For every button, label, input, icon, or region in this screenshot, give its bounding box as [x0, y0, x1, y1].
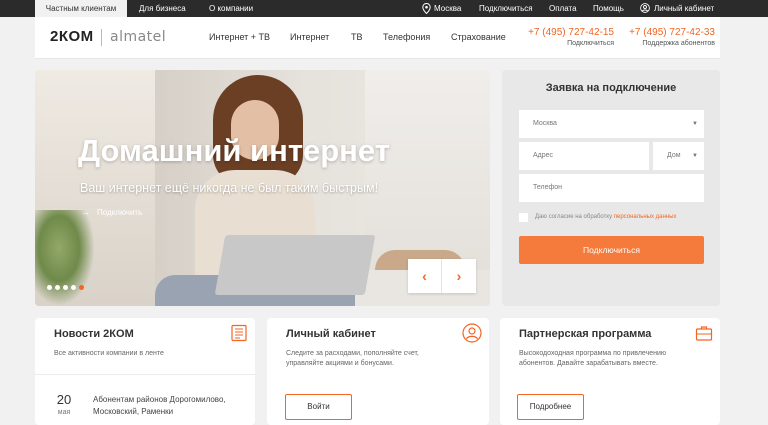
user-icon	[640, 3, 650, 13]
news-divider	[35, 374, 255, 375]
slider-arrows: ‹ ›	[408, 259, 476, 293]
personal-data-link[interactable]: персональных данных	[614, 214, 677, 220]
partner-card-title: Партнерская программа	[519, 328, 652, 340]
phone-support[interactable]: +7 (495) 727-42-33 Поддержка абонентов	[620, 27, 715, 47]
news-item[interactable]: Абонентам районов Дорогомилово, Московск…	[93, 394, 226, 418]
hero-connect-label: Подключить	[97, 208, 143, 217]
payment-link[interactable]: Оплата	[549, 0, 577, 17]
top-connect-link[interactable]: Подключиться	[479, 0, 533, 17]
news-title[interactable]: Новости 2КОМ	[54, 328, 134, 340]
phone-input[interactable]: Телефон	[519, 174, 704, 202]
hero-banner[interactable]: Домашний интернет Ваш интернет ещё никог…	[35, 70, 490, 306]
location-pin-icon	[422, 3, 431, 14]
briefcase-icon	[695, 326, 713, 341]
top-bar: Частным клиентам Для бизнеса О компании …	[0, 0, 768, 17]
hero-laptop	[214, 235, 376, 295]
consent-label: Даю согласие на обработку	[535, 214, 614, 220]
consent-text: Даю согласие на обработку персональных д…	[535, 214, 676, 220]
news-item-line: Абонентам районов Дорогомилово,	[93, 395, 226, 404]
logo-2kom[interactable]: 2КОМ	[50, 28, 94, 45]
caret-down-icon: ▼	[692, 121, 698, 127]
hero-title: Домашний интернет	[78, 133, 390, 168]
newspaper-icon	[231, 324, 247, 342]
logo-divider	[101, 29, 102, 46]
slider-prev-button[interactable]: ‹	[408, 259, 442, 293]
phone-connect-label: Подключиться	[567, 40, 614, 47]
partner-card-line: Высокодоходная программа по привлечению	[519, 350, 667, 357]
login-button[interactable]: Войти	[285, 394, 352, 420]
account-card: Личный кабинет Следите за расходами, поп…	[267, 318, 489, 425]
hero-connect-link[interactable]: → Подключить	[81, 207, 142, 217]
help-link[interactable]: Помощь	[593, 0, 624, 17]
logo-almatel[interactable]: almatel	[110, 29, 166, 45]
partner-details-button[interactable]: Подробнее	[517, 394, 584, 420]
submit-button[interactable]: Подключиться	[519, 236, 704, 264]
account-link[interactable]: Личный кабинет	[654, 0, 714, 17]
news-description: Все активности компании в ленте	[54, 350, 164, 357]
city-select-value: Москва	[533, 120, 557, 127]
account-card-title: Личный кабинет	[286, 328, 376, 340]
city-selector[interactable]: Москва	[434, 0, 461, 17]
nav-insurance[interactable]: Страхование	[451, 32, 506, 42]
house-placeholder: Дом	[667, 152, 681, 159]
form-title: Заявка на подключение	[545, 82, 677, 94]
nav-telephony[interactable]: Телефония	[383, 32, 430, 42]
news-card: Новости 2КОМ Все активности компании в л…	[35, 318, 255, 425]
phone-support-number: +7 (495) 727-42-33	[629, 27, 715, 38]
news-date-day: 20	[56, 392, 72, 407]
tab-about[interactable]: О компании	[209, 0, 253, 17]
address-input[interactable]: Адрес	[519, 142, 649, 170]
consent-checkbox[interactable]	[519, 213, 528, 222]
partner-card: Партнерская программа Высокодоходная про…	[500, 318, 720, 425]
account-card-line: Следите за расходами, пополняйте счет,	[286, 350, 419, 357]
address-placeholder: Адрес	[533, 152, 554, 159]
tab-private-clients[interactable]: Частным клиентам	[35, 0, 127, 17]
nav-internet[interactable]: Интернет	[290, 32, 329, 42]
account-card-description: Следите за расходами, пополняйте счет, у…	[286, 349, 419, 369]
news-date-month: мая	[57, 409, 71, 416]
slider-next-button[interactable]: ›	[442, 259, 476, 293]
site-header: 2КОМ almatel Интернет + ТВ Интернет ТВ Т…	[35, 17, 720, 59]
tab-business[interactable]: Для бизнеса	[139, 0, 186, 17]
slider-dots	[47, 279, 87, 291]
hero-plant	[35, 210, 95, 306]
hero-subtitle: Ваш интернет ещё никогда не был таким бы…	[80, 181, 379, 195]
chevron-right-icon: ›	[456, 268, 462, 284]
chevron-left-icon: ‹	[422, 268, 427, 284]
user-icon	[462, 323, 482, 343]
phone-connect-number: +7 (495) 727-42-15	[528, 27, 614, 38]
partner-card-line: абонентов. Давайте зарабатывать вместе.	[519, 360, 658, 367]
phone-connect[interactable]: +7 (495) 727-42-15 Подключиться	[519, 27, 614, 47]
arrow-right-icon: →	[81, 207, 90, 217]
phone-support-label: Поддержка абонентов	[642, 40, 715, 47]
nav-tv[interactable]: ТВ	[351, 32, 363, 42]
partner-card-description: Высокодоходная программа по привлечению …	[519, 349, 666, 369]
house-select[interactable]: Дом ▼	[653, 142, 704, 170]
connection-form: Заявка на подключение Москва ▼ Адрес Дом…	[502, 70, 720, 306]
account-card-line: управляйте акциями и бонусами.	[286, 360, 394, 367]
news-item-line: Московский, Раменки	[93, 407, 174, 416]
caret-down-icon: ▼	[692, 153, 698, 159]
nav-internet-tv[interactable]: Интернет + ТВ	[209, 32, 270, 42]
phone-placeholder: Телефон	[533, 184, 563, 191]
city-select[interactable]: Москва ▼	[519, 110, 704, 138]
